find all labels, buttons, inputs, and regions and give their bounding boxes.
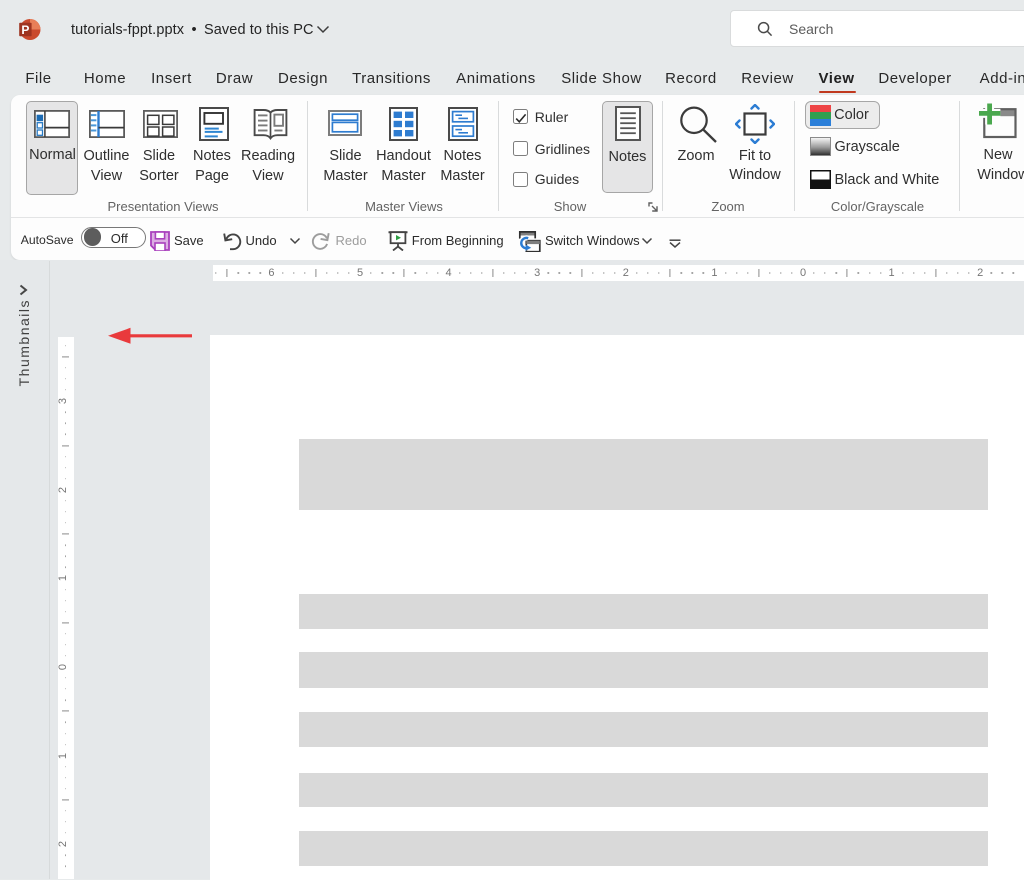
svg-text:P: P [21, 23, 29, 37]
